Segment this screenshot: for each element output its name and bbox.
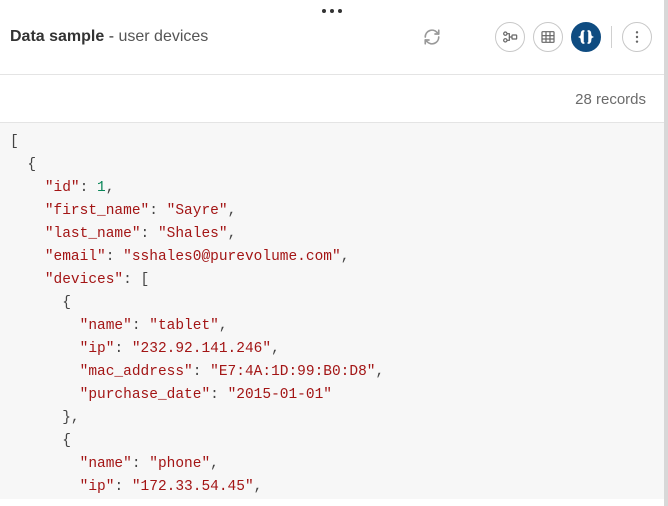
table-icon bbox=[540, 29, 556, 45]
title-sub: user devices bbox=[118, 28, 208, 45]
title-separator: - bbox=[104, 28, 118, 45]
json-content: [ { "id": 1, "first_name": "Sayre", "las… bbox=[0, 123, 664, 499]
refresh-icon bbox=[423, 28, 441, 46]
title-main: Data sample bbox=[10, 28, 104, 45]
dots-icon bbox=[322, 9, 342, 13]
json-icon bbox=[577, 28, 595, 46]
json-viewer: [ { "id": 1, "first_name": "Sayre", "las… bbox=[0, 123, 664, 499]
toolbar bbox=[417, 22, 652, 52]
json-view-button[interactable] bbox=[571, 22, 601, 52]
flow-icon bbox=[502, 29, 518, 45]
page-title: Data sample - user devices bbox=[10, 28, 417, 46]
more-options-button[interactable] bbox=[622, 22, 652, 52]
flow-view-button[interactable] bbox=[495, 22, 525, 52]
header-bar: Data sample - user devices bbox=[0, 14, 664, 64]
refresh-button[interactable] bbox=[417, 22, 447, 52]
json-scroll-area[interactable]: [ { "id": 1, "first_name": "Sayre", "las… bbox=[0, 123, 664, 499]
toolbar-separator bbox=[611, 26, 612, 48]
records-count-label: 28 records bbox=[575, 91, 646, 108]
records-count: 28 records bbox=[0, 75, 664, 123]
table-view-button[interactable] bbox=[533, 22, 563, 52]
more-vertical-icon bbox=[629, 29, 645, 45]
drag-handle[interactable] bbox=[0, 0, 664, 14]
